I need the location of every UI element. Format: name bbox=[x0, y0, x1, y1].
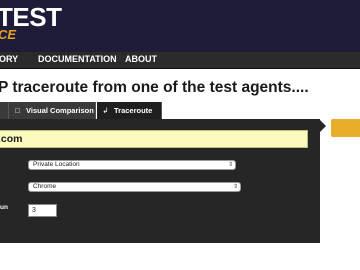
url-value: .com bbox=[0, 133, 23, 145]
traceroute-icon: ↲ bbox=[102, 106, 109, 115]
tab-advanced[interactable] bbox=[0, 102, 9, 119]
tab-label: Visual Comparison bbox=[26, 106, 94, 115]
nav-item-history[interactable]: ORY bbox=[0, 54, 18, 64]
panel-pointer bbox=[320, 120, 326, 132]
browser-value: Chrome bbox=[33, 183, 57, 190]
site-header: TEST CE bbox=[0, 0, 360, 52]
image-icon: □ bbox=[15, 106, 20, 115]
runs-label: un bbox=[0, 204, 8, 211]
select-arrow-icon: ⇕ bbox=[232, 184, 238, 190]
runs-input[interactable]: 3 bbox=[28, 204, 57, 217]
page-title: P traceroute from one of the test agents… bbox=[0, 79, 309, 96]
tab-visual-comparison[interactable]: □ Visual Comparison bbox=[9, 102, 96, 119]
logo-subtext: CE bbox=[0, 27, 17, 42]
url-field[interactable]: .com bbox=[0, 130, 308, 148]
start-test-button[interactable] bbox=[331, 119, 360, 137]
location-value: Private Location bbox=[33, 161, 80, 168]
tab-traceroute[interactable]: ↲ Traceroute bbox=[97, 102, 162, 119]
tab-label: Traceroute bbox=[114, 106, 153, 115]
nav-item-about[interactable]: ABOUT bbox=[125, 54, 157, 64]
top-nav: ORY DOCUMENTATION ABOUT bbox=[0, 52, 360, 69]
browser-select[interactable]: Chrome ⇕ bbox=[28, 182, 241, 192]
select-arrow-icon: ⇕ bbox=[227, 162, 233, 168]
nav-item-documentation[interactable]: DOCUMENTATION bbox=[38, 54, 117, 64]
location-select[interactable]: Private Location ⇕ bbox=[28, 160, 236, 170]
